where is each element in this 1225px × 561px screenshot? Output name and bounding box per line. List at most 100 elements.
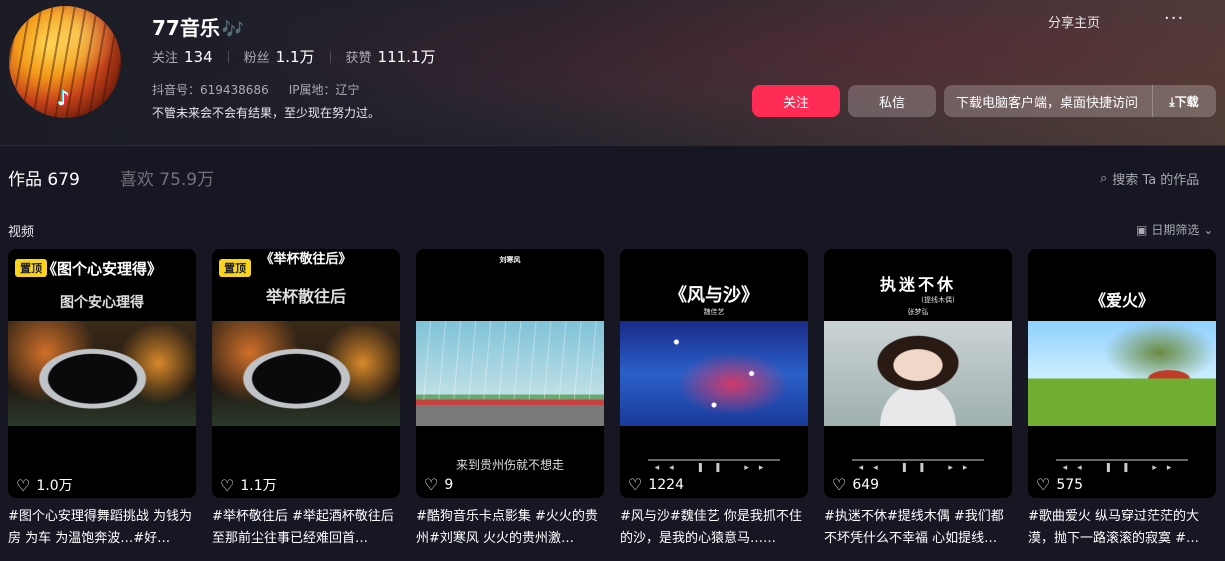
search-works-input[interactable]: ⌕ 搜索 Ta 的作品 (1100, 169, 1199, 188)
profile-name-text: 77音乐 (152, 16, 220, 40)
heart-icon: ♡ (628, 475, 643, 494)
thumbnail-image (416, 321, 604, 426)
profile-name: 77音乐 🎶 (152, 12, 244, 41)
download-button-label: 下载 (1174, 94, 1199, 109)
share-profile-link[interactable]: 分享主页 (1048, 12, 1100, 31)
video-description[interactable]: #酷狗音乐卡点影集 #火火的贵州#刘寒风 火火的贵州激… (416, 506, 604, 550)
download-client-banner[interactable]: 下载电脑客户端，桌面快捷访问 ⤓下载 (944, 85, 1216, 117)
follow-stat-count: 134 (184, 48, 213, 66)
player-controls-icon: ◂◂ ❚❚ ▸▸ (858, 463, 978, 473)
thumbnail-subtitle: 举杯散往后 (265, 287, 346, 306)
fans-stat[interactable]: 粉丝 1.1万 (244, 46, 315, 67)
video-card[interactable]: 《风与沙》 魏佳艺 ◂◂ ❚❚ ▸▸ ♡ 1224 #风与沙#魏佳艺 你是我抓不住… (620, 249, 808, 550)
thumbnail-subtitle: 魏佳艺 (703, 308, 725, 316)
likes-stat: 获赞 111.1万 (346, 46, 436, 67)
video-card[interactable]: 置顶 《举杯敬往后》 举杯散往后 ♡ 1.1万 #举杯敬往后 #举起酒杯敬往后 至… (212, 249, 400, 550)
like-count: ♡ 1.0万 (16, 475, 73, 495)
like-count: ♡ 1.1万 (220, 475, 277, 495)
download-button[interactable]: ⤓下载 (1152, 93, 1216, 110)
tab-works-label: 作品 (8, 170, 42, 190)
thumbnail-title: 执迷不休 (879, 275, 956, 294)
like-count-value: 1.1万 (240, 478, 277, 494)
likes-stat-label: 获赞 (345, 51, 372, 66)
thumbnail-tag: (提线木偶) (921, 296, 955, 304)
message-button[interactable]: 私信 (848, 85, 936, 117)
tab-works-count: 679 (47, 170, 80, 190)
thumbnail-image (8, 321, 196, 426)
video-thumbnail[interactable]: 置顶 《图个心安理得》 图个安心理得 ♡ 1.0万 (8, 249, 196, 498)
thumbnail-subtitle: 张梦弘 (907, 308, 929, 316)
thumbnail-subtitle: 来到贵州伤就不想走 (455, 458, 564, 472)
follow-button[interactable]: 关注 (752, 85, 840, 117)
calendar-icon: ▣ (1136, 222, 1148, 237)
more-options-icon[interactable]: ··· (1164, 8, 1184, 29)
progress-bar (1056, 459, 1188, 461)
video-card[interactable]: 《爱火》 ◂◂ ❚❚ ▸▸ ♡ 575 #歌曲爱火 纵马穿过茫茫的大漠，抛下一路滚… (1028, 249, 1216, 550)
like-count: ♡ 9 (424, 475, 453, 494)
video-description[interactable]: #图个心安理得舞蹈挑战 为钱为房 为车 为温饱奔波…#好… (8, 506, 196, 550)
video-description[interactable]: #执迷不休#提线木偶 #我们都不坏凭什么不幸福 心如提线… (824, 506, 1012, 550)
avatar[interactable]: ♪ (9, 6, 121, 118)
video-thumbnail[interactable]: 《风与沙》 魏佳艺 ◂◂ ❚❚ ▸▸ ♡ 1224 (620, 249, 808, 498)
follow-stat[interactable]: 关注 134 (152, 47, 213, 66)
heart-icon: ♡ (1036, 475, 1051, 494)
heart-icon: ♡ (220, 475, 235, 495)
fans-stat-label: 粉丝 (243, 51, 270, 66)
section-label: 视频 (8, 225, 35, 240)
like-count: ♡ 649 (832, 475, 879, 494)
player-controls-icon: ◂◂ ❚❚ ▸▸ (654, 463, 774, 473)
tab-likes[interactable]: 喜欢 75.9万 (120, 165, 214, 190)
thumbnail-subtitle: 图个安心理得 (60, 295, 144, 311)
pinned-badge: 置顶 (219, 259, 251, 277)
like-count: ♡ 1224 (628, 475, 684, 494)
profile-meta: 抖音号：619438686 IP属地：辽宁 (152, 81, 360, 98)
video-description[interactable]: #风与沙#魏佳艺 你是我抓不住的沙，是我的心猿意马…… (620, 506, 808, 550)
video-description[interactable]: #歌曲爱火 纵马穿过茫茫的大漠，抛下一路滚滚的寂寞 #… (1028, 506, 1216, 550)
fans-stat-count: 1.1万 (275, 48, 315, 66)
thumbnail-title: 刘寒风 (499, 256, 521, 264)
heart-icon: ♡ (424, 475, 439, 494)
search-icon: ⌕ (1100, 171, 1108, 186)
profile-stats: 关注 134 粉丝 1.1万 获赞 111.1万 (152, 46, 436, 67)
like-count: ♡ 575 (1036, 475, 1083, 494)
thumbnail-image (824, 321, 1012, 426)
video-thumbnail[interactable]: 刘寒风 来到贵州伤就不想走 ♡ 9 (416, 249, 604, 498)
search-placeholder: 搜索 Ta 的作品 (1112, 173, 1200, 188)
profile-tabs: 作品 679 喜欢 75.9万 (8, 165, 214, 190)
date-filter-dropdown[interactable]: ▣ 日期筛选 ⌄ (1136, 221, 1213, 238)
progress-bar (648, 459, 780, 461)
ip-location: IP属地：辽宁 (288, 83, 360, 97)
like-count-value: 1.0万 (36, 478, 73, 494)
progress-bar (852, 459, 984, 461)
date-filter-label: 日期筛选 (1151, 223, 1200, 237)
download-client-text: 下载电脑客户端，桌面快捷访问 (956, 95, 1139, 111)
thumbnail-image (620, 321, 808, 426)
thumbnail-title: 《风与沙》 (669, 285, 759, 306)
douyin-id: 抖音号：619438686 (152, 83, 269, 97)
heart-icon: ♡ (16, 475, 31, 495)
like-count-value: 649 (852, 476, 880, 493)
chevron-down-icon: ⌄ (1203, 222, 1214, 237)
like-count-value: 9 (444, 476, 454, 493)
divider (227, 50, 229, 63)
video-thumbnail[interactable]: 执迷不休 (提线木偶) 张梦弘 ◂◂ ❚❚ ▸▸ ♡ 649 (824, 249, 1012, 498)
video-card[interactable]: 执迷不休 (提线木偶) 张梦弘 ◂◂ ❚❚ ▸▸ ♡ 649 #执迷不休#提线木偶… (824, 249, 1012, 550)
video-card[interactable]: 置顶 《图个心安理得》 图个安心理得 ♡ 1.0万 #图个心安理得舞蹈挑战 为钱为… (8, 249, 196, 550)
likes-stat-count: 111.1万 (377, 48, 436, 66)
like-count-value: 1224 (648, 476, 684, 493)
thumbnail-title: 《爱火》 (1089, 291, 1154, 310)
tab-likes-label: 喜欢 (119, 170, 154, 190)
tab-works[interactable]: 作品 679 (8, 165, 80, 190)
video-thumbnail[interactable]: 《爱火》 ◂◂ ❚❚ ▸▸ ♡ 575 (1028, 249, 1216, 498)
thumbnail-image (212, 321, 400, 426)
video-description[interactable]: #举杯敬往后 #举起酒杯敬往后 至那前尘往事已经难回首… (212, 506, 400, 550)
player-controls-icon: ◂◂ ❚❚ ▸▸ (1062, 463, 1182, 473)
video-thumbnail[interactable]: 置顶 《举杯敬往后》 举杯散往后 ♡ 1.1万 (212, 249, 400, 498)
music-note-icon: 🎶 (221, 19, 245, 40)
thumbnail-image (1028, 321, 1216, 426)
divider (329, 50, 331, 63)
follow-stat-label: 关注 (152, 51, 179, 66)
tiktok-logo-icon: ♪ (57, 86, 70, 110)
video-card[interactable]: 刘寒风 来到贵州伤就不想走 ♡ 9 #酷狗音乐卡点影集 #火火的贵州#刘寒风 火火… (416, 249, 604, 550)
video-grid: 置顶 《图个心安理得》 图个安心理得 ♡ 1.0万 #图个心安理得舞蹈挑战 为钱为… (8, 249, 1216, 550)
